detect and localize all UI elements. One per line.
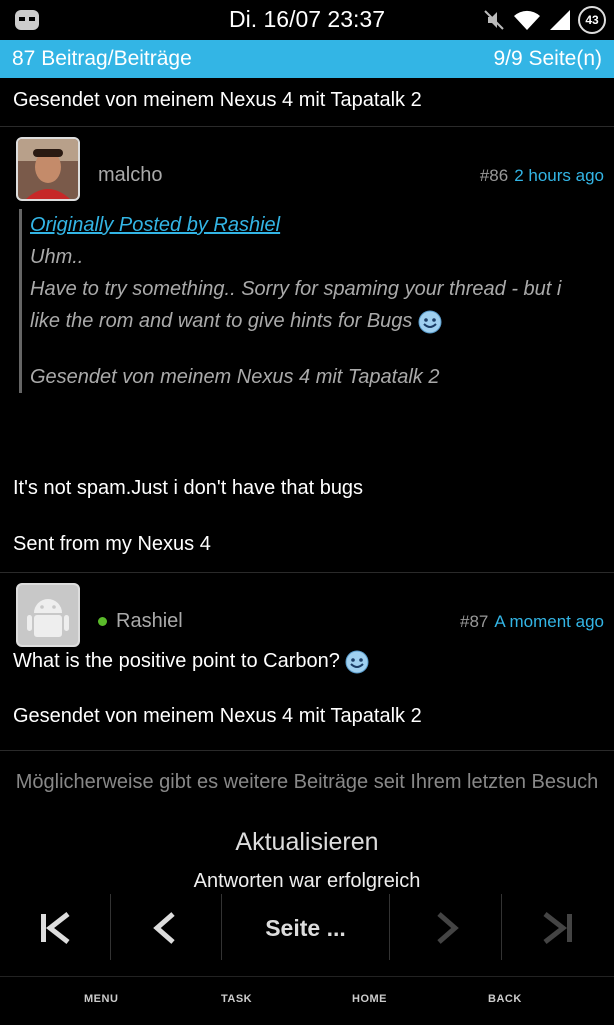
thread-content[interactable]: Gesendet von meinem Nexus 4 mit Tapatalk… xyxy=(0,78,614,728)
posts-count: 87 Beitrag/Beiträge xyxy=(12,47,192,70)
post-number: #87 xyxy=(460,612,489,631)
post-quote: Originally Posted by Rashiel Uhm.. Have … xyxy=(19,209,614,393)
reply-success-toast: Antworten war erfolgreich xyxy=(193,870,421,892)
quote-source-link[interactable]: Originally Posted by Rashiel xyxy=(30,214,280,236)
quote-signature: Gesendet von meinem Nexus 4 mit Tapatalk… xyxy=(30,366,440,388)
post-time: A moment ago xyxy=(494,612,604,631)
previous-page-button[interactable] xyxy=(111,892,221,964)
post-time: 2 hours ago xyxy=(514,166,604,185)
post-signature: Gesendet von meinem Nexus 4 mit Tapatalk… xyxy=(13,704,422,727)
first-page-button[interactable] xyxy=(0,892,110,964)
menu-button[interactable]: MENU xyxy=(84,993,118,1005)
chevron-left-icon xyxy=(153,912,175,944)
post-header: Rashiel #87 A moment ago xyxy=(0,573,614,649)
previous-post-signature: Gesendet von meinem Nexus 4 mit Tapatalk… xyxy=(13,89,422,111)
task-button[interactable]: TASK xyxy=(221,993,252,1005)
chevron-right-icon xyxy=(436,912,459,944)
quote-line: Uhm.. xyxy=(30,246,84,268)
avatar-malcho[interactable] xyxy=(16,137,80,201)
wifi-icon xyxy=(514,10,540,30)
post-author[interactable]: malcho xyxy=(98,164,162,187)
post-number: #86 xyxy=(479,166,509,185)
mute-icon xyxy=(484,10,504,30)
home-button[interactable]: HOME xyxy=(352,993,387,1005)
post-meta: #86 2 hours ago xyxy=(480,166,604,186)
smiley-icon xyxy=(345,650,369,674)
pagination-bar: Seite ... xyxy=(0,892,614,964)
quote-line: Have to try something.. Sorry for spamin… xyxy=(30,278,562,300)
status-bar: Di. 16/07 23:37 43 xyxy=(0,0,614,40)
post-body: What is the positive point to Carbon? xyxy=(0,649,614,674)
system-navigation-bar: MENU TASK HOME BACK xyxy=(0,976,614,1025)
post-author[interactable]: Rashiel xyxy=(98,610,183,633)
battery-icon: 43 xyxy=(578,6,606,34)
status-icons: 43 xyxy=(482,5,606,35)
quote-line: like the rom and want to give hints for … xyxy=(30,310,413,332)
online-status-dot xyxy=(98,617,107,627)
post-header: malcho #86 2 hours ago xyxy=(0,127,614,205)
post-body: It's not spam.Just i don't have that bug… xyxy=(13,477,364,499)
post-signature: Sent from my Nexus 4 xyxy=(13,533,211,555)
refresh-button[interactable]: Aktualisieren xyxy=(0,828,614,857)
post-86[interactable]: malcho #86 2 hours ago Originally Posted … xyxy=(0,127,614,572)
post-meta: #87 A moment ago xyxy=(460,612,604,632)
last-page-icon xyxy=(543,912,572,944)
signal-icon xyxy=(550,10,570,30)
page-select-label: Seite ... xyxy=(265,914,346,941)
last-page-button[interactable] xyxy=(502,892,614,964)
first-page-icon xyxy=(41,912,70,944)
smiley-icon xyxy=(418,310,442,334)
page-select-button[interactable]: Seite ... xyxy=(222,892,389,964)
thread-header-bar[interactable]: 87 Beitrag/Beiträge 9/9 Seite(n) xyxy=(0,40,614,78)
page-info[interactable]: 9/9 Seite(n) xyxy=(493,47,602,71)
post-87[interactable]: Rashiel #87 A moment ago What is the posi… xyxy=(0,573,614,728)
new-posts-notice: Möglicherweise gibt es weitere Beiträge … xyxy=(15,771,599,793)
back-button[interactable]: BACK xyxy=(488,993,522,1005)
avatar-rashiel[interactable] xyxy=(16,583,80,647)
post-divider xyxy=(0,750,614,751)
next-page-button[interactable] xyxy=(390,892,501,964)
